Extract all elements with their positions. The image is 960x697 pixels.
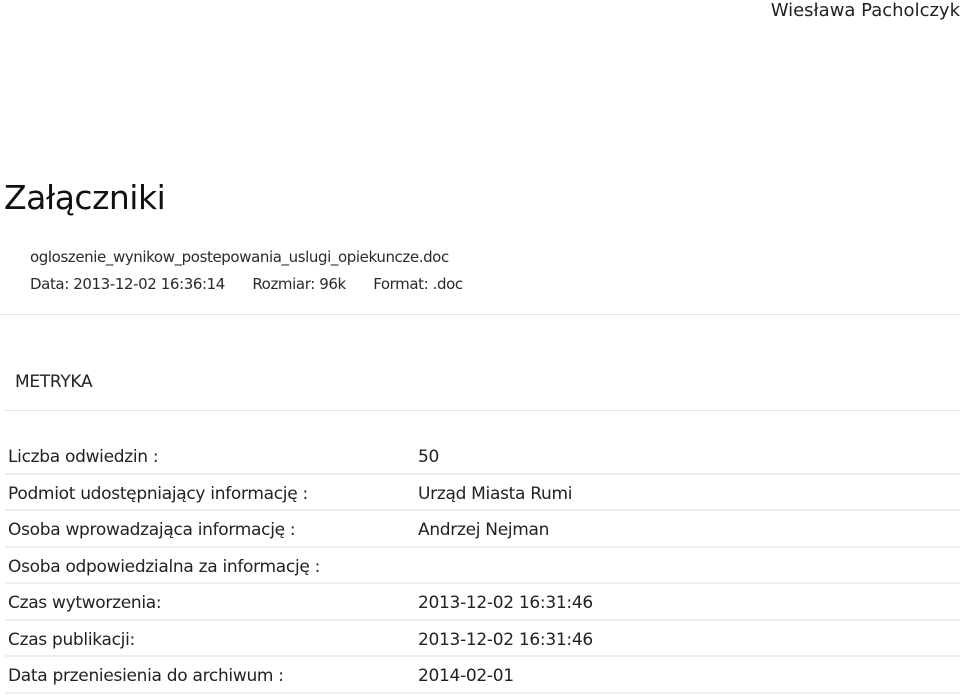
attachment-file-link[interactable]: ogloszenie_wynikow_postepowania_uslugi_o… [30, 248, 449, 266]
row-value: Andrzej Nejman [418, 520, 550, 540]
metryka-row-responsible: Osoba odpowiedzialna za informację : [5, 548, 960, 584]
attachments-title: Załączniki [4, 178, 166, 217]
metryka-row-entered-by: Osoba wprowadzająca informację : Andrzej… [5, 511, 960, 548]
attachment-size: Rozmiar: 96k [252, 275, 346, 293]
row-label: Osoba wprowadzająca informację : [8, 520, 296, 540]
row-label: Liczba odwiedzin : [8, 447, 159, 467]
row-value: 2013-12-02 16:31:46 [418, 593, 593, 613]
row-label: Data przeniesienia do archiwum : [8, 666, 284, 686]
attachment-meta: Data: 2013-12-02 16:36:14 Rozmiar: 96k F… [30, 275, 463, 293]
metryka-row-published: Czas publikacji: 2013-12-02 16:31:46 [5, 621, 960, 657]
attachment-date: Data: 2013-12-02 16:36:14 [30, 275, 225, 293]
row-value: Urząd Miasta Rumi [418, 483, 573, 504]
row-value: 2014-02-01 [418, 666, 514, 686]
attachment-format: Format: .doc [373, 275, 463, 293]
row-label: Osoba odpowiedzialna za informację : [8, 556, 321, 577]
metryka-row-visits: Liczba odwiedzin : 50 [5, 438, 960, 475]
metryka-title: METRYKA [15, 372, 93, 392]
row-value: 50 [418, 447, 440, 467]
metryka-row-publisher: Podmiot udostępniający informację : Urzą… [5, 475, 960, 511]
metryka-divider [5, 410, 960, 411]
row-value: 2013-12-02 16:31:46 [418, 629, 593, 650]
author-name: Wiesława Pacholczyk [770, 0, 960, 21]
row-label: Czas publikacji: [8, 629, 135, 650]
attachments-divider [0, 314, 960, 315]
metryka-row-created: Czas wytworzenia: 2013-12-02 16:31:46 [5, 584, 960, 621]
row-label: Czas wytworzenia: [8, 593, 162, 613]
metryka-table: Liczba odwiedzin : 50 Podmiot udostępnia… [5, 438, 960, 694]
metryka-row-archived: Data przeniesienia do archiwum : 2014-02… [5, 657, 960, 694]
row-label: Podmiot udostępniający informację : [8, 483, 308, 504]
